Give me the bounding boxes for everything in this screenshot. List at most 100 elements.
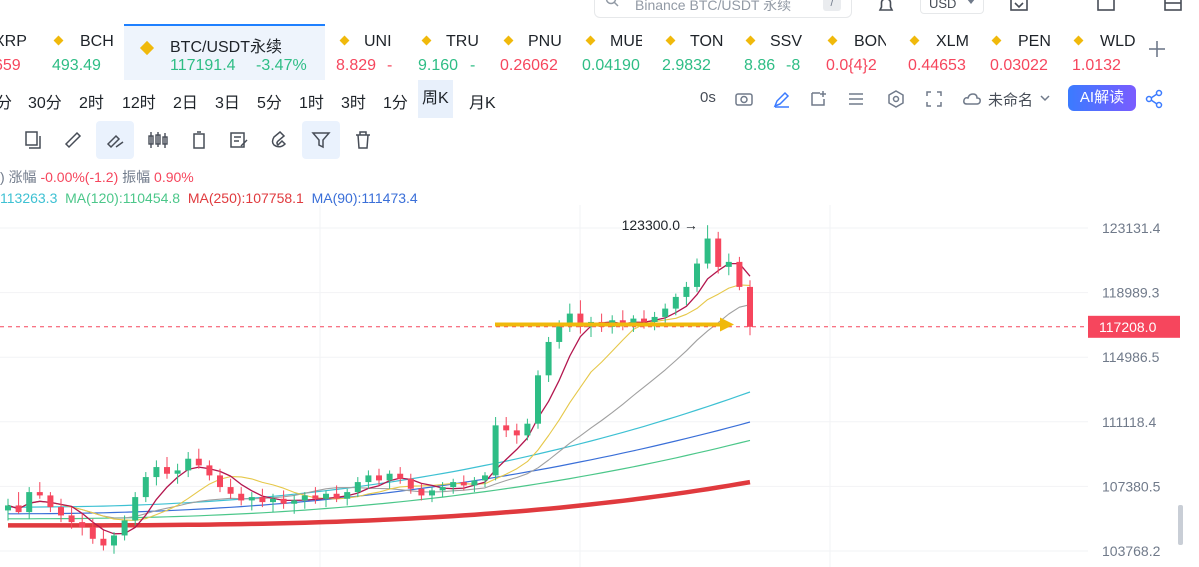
ticker-price: 9.160 <box>418 57 459 74</box>
candle-body <box>482 475 488 481</box>
ma250-value: MA(250):107758.1 <box>187 190 304 206</box>
candle-body <box>132 497 139 521</box>
currency-select[interactable]: USD <box>920 0 984 14</box>
panel-icon[interactable] <box>1162 0 1184 16</box>
ticker-item-pen[interactable]: PEN 0.03022 <box>982 24 1054 80</box>
ticker-symbol: XLM <box>936 33 969 50</box>
window-icon[interactable] <box>1095 0 1117 16</box>
price-axis-label: 111118.4 <box>1102 414 1156 430</box>
battery-tool-button[interactable] <box>180 121 218 159</box>
ticker-item-ssv[interactable]: SSV 8.86 -8 <box>736 24 808 80</box>
settings-hex-icon[interactable] <box>886 89 906 109</box>
ticker-item-bon[interactable]: BON 0.0{4}2 <box>818 24 886 80</box>
ticker-item-pnu[interactable]: PNU 0.26062 <box>494 24 568 80</box>
interval-option[interactable]: 2日 <box>173 89 198 113</box>
candle-body <box>672 296 679 309</box>
candle-body <box>418 488 425 496</box>
add-ticker-icon[interactable] <box>1146 38 1168 60</box>
candle-info-line: ) 涨幅 -0.00%(-1.2) 振幅 0.90% <box>0 169 194 185</box>
candle-body <box>323 493 329 499</box>
ticker-item-xrp[interactable]: XRP 659 <box>0 24 40 80</box>
candle-body <box>407 478 414 489</box>
interval-option[interactable]: 月K <box>469 89 496 113</box>
pen-edit-icon[interactable] <box>772 89 792 109</box>
interval-option[interactable]: 3时 <box>341 89 366 113</box>
candle-body <box>301 495 308 501</box>
ticker-item-btc-usdt-perp[interactable]: BTC/USDT永续 117191.4 -3.47% <box>124 24 325 80</box>
ma-info-line: 113263.3 MA(120):110454.8 MA(250):107758… <box>0 190 418 206</box>
candle-body <box>121 520 128 536</box>
ma90-value: MA(90):111473.4 <box>311 190 418 206</box>
share-icon[interactable] <box>1144 89 1164 109</box>
interval-option[interactable]: 12时 <box>122 89 156 113</box>
ticker-item-uni[interactable]: UNI 8.829 - <box>330 24 404 80</box>
ai-analysis-button[interactable]: AI解读 <box>1068 85 1136 111</box>
candlestick-icon <box>148 132 168 148</box>
binance-logo-icon <box>1073 35 1084 46</box>
add-indicator-icon[interactable] <box>808 89 828 109</box>
download-icon[interactable] <box>1008 0 1030 16</box>
interval-option[interactable]: 2时 <box>79 89 104 113</box>
bell-icon[interactable] <box>875 0 897 16</box>
interval-option-selected[interactable]: 周K <box>418 80 453 118</box>
interval-option[interactable]: 1分 <box>383 89 408 113</box>
candle-body <box>365 475 372 483</box>
candle-body <box>5 505 11 511</box>
layout-name[interactable]: 未命名 <box>988 89 1033 110</box>
trash-icon <box>356 131 370 149</box>
fullscreen-icon[interactable] <box>924 89 944 109</box>
symbol-search-input[interactable]: Binance BTC/USDT 永续 / <box>594 0 852 18</box>
interval-option[interactable]: 30分 <box>28 89 62 113</box>
candle-body <box>259 497 266 503</box>
interval-option[interactable]: 3日 <box>215 89 240 113</box>
ticker-price: 8.829 <box>336 57 377 74</box>
interval-toolbar: 分 30分 2时 12时 2日 3日 5分 1时 3时 1分 周K 月K 0s … <box>0 80 1199 118</box>
magnet-tool-button[interactable] <box>260 121 298 159</box>
ticker-change: - <box>387 57 393 74</box>
copy-icon <box>25 131 41 149</box>
candle-body <box>641 318 647 322</box>
cloud-icon[interactable] <box>962 89 982 109</box>
candle-body <box>164 467 170 474</box>
ruler-tool-button[interactable] <box>54 121 92 159</box>
note-tool-button[interactable] <box>220 121 258 159</box>
candle-body <box>513 430 520 436</box>
candle-body <box>333 493 340 499</box>
filter-icon <box>311 132 331 149</box>
ticker-symbol: TON <box>690 33 724 50</box>
candle-body <box>376 475 382 481</box>
ticker-item-ton[interactable]: TON 2.9832 <box>656 24 726 80</box>
draw-line-tool-button[interactable] <box>96 121 134 159</box>
camera-icon[interactable] <box>734 89 754 109</box>
ticker-symbol: BTC/USDT永续 <box>170 39 283 56</box>
copy-tool-button[interactable] <box>14 121 52 159</box>
interval-option[interactable]: 5分 <box>257 89 282 113</box>
interval-option[interactable]: 1时 <box>299 89 324 113</box>
ticker-item-xlm[interactable]: XLM 0.44653 <box>900 24 972 80</box>
ticker-item-wld[interactable]: WLD 1.0132 <box>1064 24 1136 80</box>
candle-body <box>227 487 234 494</box>
interval-option[interactable]: 分 <box>0 89 12 113</box>
filter-tool-button[interactable] <box>302 121 340 159</box>
candle-body <box>492 425 499 476</box>
list-settings-icon[interactable] <box>846 89 866 109</box>
ticker-change: -3.47% <box>256 57 307 74</box>
ticker-item-tru[interactable]: TRU 9.160 - <box>412 24 486 80</box>
magnet-icon <box>271 130 287 148</box>
binance-logo-icon <box>503 35 514 46</box>
ticker-symbol: BCH <box>80 33 114 50</box>
current-price-label: 117208.0 <box>1099 319 1157 335</box>
drawn-arrow-head <box>720 317 734 332</box>
ticker-item-mub[interactable]: MUB 0.04190 <box>576 24 642 80</box>
candle-body <box>556 325 563 342</box>
candle-body <box>142 477 149 498</box>
candle-tool-button[interactable] <box>138 121 176 159</box>
ticker-item-bch[interactable]: BCH 493.49 <box>48 24 118 80</box>
candle-body <box>439 487 446 491</box>
search-shortcut-hint: / <box>823 0 841 11</box>
candlestick-chart[interactable]: 117208.0 123300.0 → 123131.4 118989.3 114986… <box>0 205 1199 567</box>
candle-body <box>450 482 457 488</box>
delete-tool-button[interactable] <box>344 121 382 159</box>
chevron-down-icon[interactable] <box>1038 91 1052 105</box>
ticker-price: 0.04190 <box>582 57 640 74</box>
